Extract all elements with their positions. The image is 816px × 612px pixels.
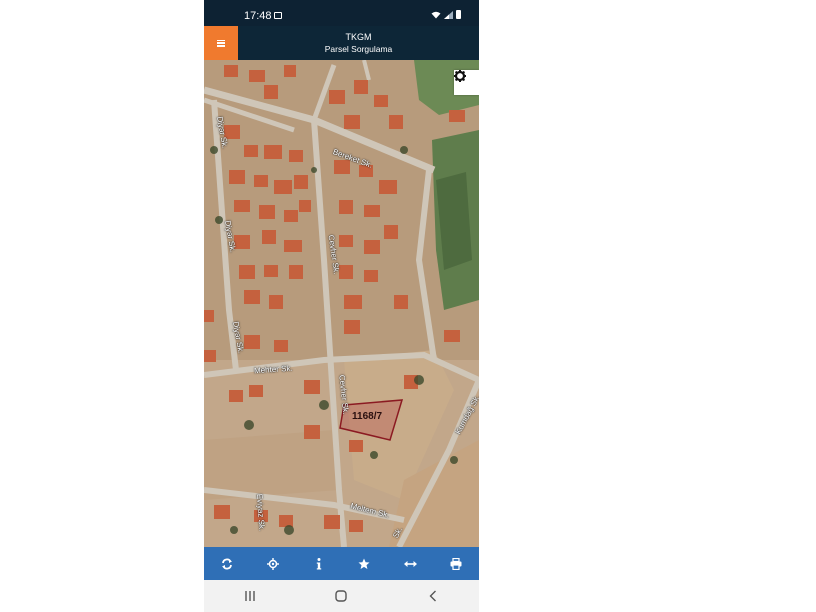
- recent-apps-button[interactable]: [230, 580, 270, 612]
- status-icons: [431, 10, 461, 19]
- refresh-icon: [221, 558, 232, 569]
- back-button[interactable]: [413, 580, 453, 612]
- status-bar: 17:48: [204, 0, 479, 26]
- app-subtitle: Parsel Sorgulama: [324, 44, 393, 54]
- home-button[interactable]: [321, 580, 361, 612]
- menu-button[interactable]: [204, 26, 238, 60]
- info-button[interactable]: [304, 547, 334, 580]
- print-button[interactable]: [441, 547, 471, 580]
- star-icon: [358, 558, 370, 569]
- refresh-button[interactable]: [212, 547, 242, 580]
- signal-icon: [444, 10, 453, 19]
- info-icon: [316, 557, 321, 569]
- app-header: TKGM Parsel Sorgulama: [204, 26, 479, 60]
- print-icon: [450, 557, 462, 570]
- app-title: TKGM: [345, 32, 372, 42]
- home-icon: [335, 590, 348, 602]
- battery-icon: [456, 10, 461, 19]
- gear-icon: [454, 70, 466, 82]
- hamburger-icon: [217, 39, 225, 47]
- satellite-map[interactable]: Bereket Sk. Diyar Sk. Diyar Sk. Diyar Sk…: [204, 60, 479, 547]
- wifi-icon: [431, 11, 441, 18]
- gallery-notification-icon: [274, 12, 282, 19]
- header-titles: TKGM Parsel Sorgulama: [238, 32, 479, 55]
- locate-icon: [266, 557, 279, 570]
- status-time: 17:48: [244, 10, 272, 22]
- settings-button[interactable]: [454, 70, 479, 95]
- bottom-toolbar: [204, 547, 479, 580]
- system-nav-bar: [204, 580, 479, 612]
- back-icon: [429, 590, 437, 602]
- favorite-button[interactable]: [349, 547, 379, 580]
- measure-icon: [403, 560, 417, 567]
- measure-button[interactable]: [395, 547, 425, 580]
- locate-button[interactable]: [258, 547, 288, 580]
- map-imagery: [204, 60, 479, 547]
- parcel-label[interactable]: 1168/7: [352, 411, 382, 422]
- phone-screen: 17:48 TKGM Parsel Sorgulama Bereket Sk. …: [204, 0, 479, 612]
- recent-apps-icon: [245, 591, 255, 601]
